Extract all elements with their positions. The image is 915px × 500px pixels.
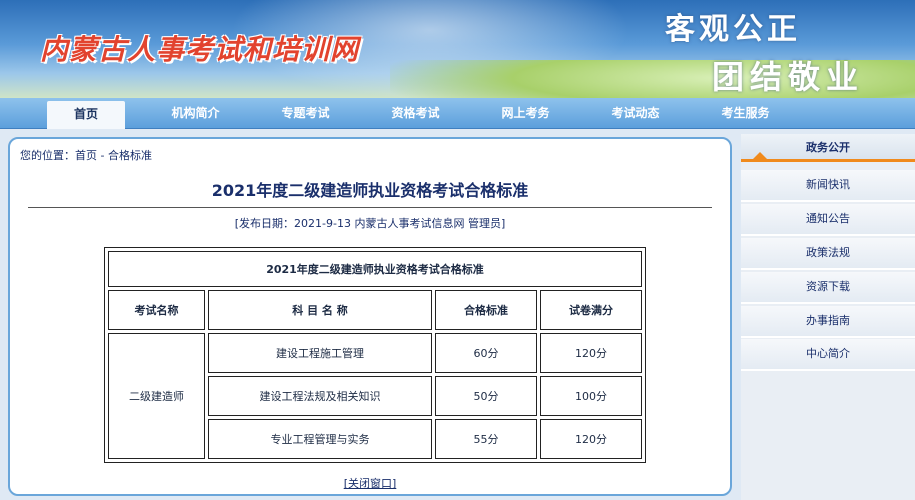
header-exam-name: 考试名称 [108, 290, 205, 330]
sidebar-item-news[interactable]: 新闻快讯 [741, 170, 915, 202]
sidebar-item-downloads[interactable]: 资源下载 [741, 272, 915, 304]
slogan-line1: 客观公正 [665, 12, 801, 47]
cell-full-score: 120分 [540, 419, 642, 459]
breadcrumb: 您的位置：首页 - 合格标准 [20, 147, 152, 163]
nav-item-candidate-service[interactable]: 考生服务 [703, 98, 788, 128]
close-window-label[interactable]: [关闭窗口] [344, 477, 397, 490]
cell-subject: 建设工程法规及相关知识 [208, 376, 432, 416]
nav-item-qualification-exams[interactable]: 资格考试 [373, 98, 458, 128]
table-row: 二级建造师 建设工程施工管理 60分 120分 [108, 333, 642, 459]
sidebar: 政务公开 新闻快讯 通知公告 政策法规 资源下载 办事指南 中心简介 [741, 134, 915, 500]
tab-pointer-icon [753, 152, 767, 159]
breadcrumb-home-link[interactable]: 首页 [75, 149, 97, 162]
nav-item-about[interactable]: 机构简介 [153, 98, 238, 128]
cell-pass-score: 60分 [435, 333, 537, 373]
content-panel: 您的位置：首页 - 合格标准 2021年度二级建造师执业资格考试合格标准 [发布… [8, 137, 732, 496]
header-subject: 科 目 名 称 [208, 290, 432, 330]
article-title: 2021年度二级建造师执业资格考试合格标准 [211, 181, 529, 200]
breadcrumb-current[interactable]: 合格标准 [108, 149, 152, 162]
publish-meta: [发布日期：2021-9-13 内蒙古人事考试信息网 管理员] [234, 217, 506, 230]
nav-item-exam-news[interactable]: 考试动态 [593, 98, 678, 128]
standards-table: 2021年度二级建造师执业资格考试合格标准 考试名称 科 目 名 称 合格标准 … [104, 247, 646, 463]
sidebar-header: 政务公开 [741, 134, 915, 162]
nav-item-special-exams[interactable]: 专题考试 [263, 98, 348, 128]
site-title: 内蒙古人事考试和培训网 [40, 33, 360, 66]
sidebar-accent-line [741, 159, 915, 162]
sidebar-item-guide[interactable]: 办事指南 [741, 306, 915, 338]
cell-exam-name: 二级建造师 [108, 333, 205, 459]
header-pass-score: 合格标准 [435, 290, 537, 330]
cell-pass-score: 55分 [435, 419, 537, 459]
cell-subject: 建设工程施工管理 [208, 333, 432, 373]
cell-full-score: 120分 [540, 333, 642, 373]
sidebar-header-label: 政务公开 [806, 141, 850, 154]
breadcrumb-prefix: 您的位置： [20, 149, 75, 162]
slogan-line2: 团结敬业 [712, 58, 865, 96]
header-banner: 内蒙古人事考试和培训网 客观公正 团结敬业 [0, 0, 915, 98]
cell-full-score: 100分 [540, 376, 642, 416]
main-nav: 首页 机构简介 专题考试 资格考试 网上考务 考试动态 考生服务 [0, 98, 915, 129]
title-divider [28, 207, 712, 208]
sidebar-item-center-intro[interactable]: 中心简介 [741, 339, 915, 371]
close-window-link[interactable]: [关闭窗口] [10, 475, 730, 491]
cell-pass-score: 50分 [435, 376, 537, 416]
sidebar-item-notices[interactable]: 通知公告 [741, 204, 915, 236]
table-caption: 2021年度二级建造师执业资格考试合格标准 [108, 251, 642, 287]
sidebar-item-policies[interactable]: 政策法规 [741, 238, 915, 270]
header-full-score: 试卷满分 [540, 290, 642, 330]
nav-item-home[interactable]: 首页 [47, 101, 125, 129]
nav-item-online-affairs[interactable]: 网上考务 [483, 98, 568, 128]
cell-subject: 专业工程管理与实务 [208, 419, 432, 459]
breadcrumb-separator: - [97, 149, 108, 162]
